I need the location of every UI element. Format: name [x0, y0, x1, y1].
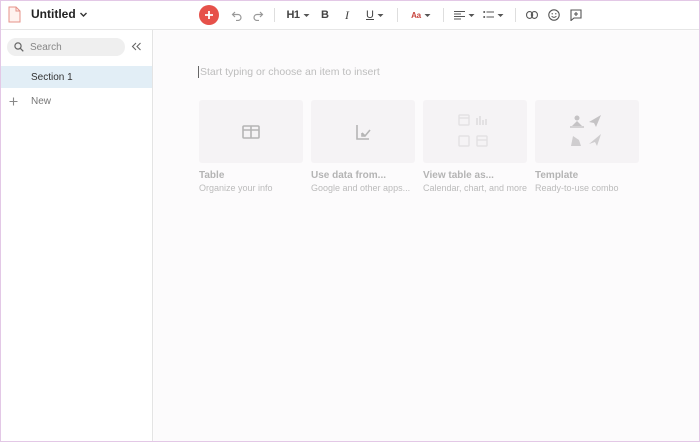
card-preview: [423, 100, 527, 163]
insert-card-view-table[interactable]: View table as... Calendar, chart, and mo…: [423, 100, 527, 193]
import-data-icon: [356, 124, 371, 140]
caret-down-icon: [468, 13, 474, 17]
redo-icon: [253, 11, 264, 21]
toolbar-divider: [397, 8, 398, 22]
plus-icon: [205, 11, 213, 19]
comment-button[interactable]: [569, 6, 583, 24]
underline-dropdown[interactable]: U: [363, 6, 387, 24]
search-box[interactable]: [7, 38, 125, 56]
table-icon: [242, 124, 260, 139]
card-subtitle: Calendar, chart, and more: [423, 183, 528, 193]
card-title: Template: [535, 170, 579, 181]
search-icon: [14, 42, 24, 52]
insert-card-use-data[interactable]: Use data from... Google and other apps..…: [311, 100, 415, 193]
font-style-dropdown[interactable]: Aa: [407, 6, 435, 24]
smiley-icon: [548, 9, 560, 21]
view-as-icon: [458, 113, 488, 147]
toolbar-divider: [443, 8, 444, 22]
insert-prompt[interactable]: Start typing or choose an item to insert: [198, 66, 380, 78]
redo-button[interactable]: [251, 6, 265, 24]
undo-button[interactable]: [230, 6, 244, 24]
undo-icon: [231, 11, 242, 21]
top-toolbar: Untitled H1 B I U Aa: [1, 1, 699, 30]
list-dropdown[interactable]: [481, 6, 505, 24]
toolbar-divider: [515, 8, 516, 22]
doc-title: Untitled: [31, 7, 76, 21]
link-button[interactable]: [525, 6, 539, 24]
add-comment-icon: [570, 9, 582, 21]
insert-card-template[interactable]: Template Ready-to-use combo: [535, 100, 639, 193]
sidebar-item-label: Section 1: [31, 71, 73, 83]
template-icon: [570, 114, 601, 146]
underline-label: U: [366, 9, 374, 21]
insert-button[interactable]: [199, 5, 219, 25]
emoji-button[interactable]: [547, 6, 561, 24]
card-subtitle: Google and other apps...: [311, 183, 411, 193]
new-label: New: [31, 95, 52, 107]
font-style-label: Aa: [411, 10, 421, 20]
sidebar: Section 1 New: [1, 30, 153, 441]
plus-icon: [9, 97, 18, 105]
italic-label: I: [345, 7, 349, 22]
chevron-down-icon: [79, 12, 87, 17]
card-preview: [535, 100, 639, 163]
heading-dropdown[interactable]: H1: [284, 6, 312, 24]
caret-down-icon: [424, 13, 431, 17]
card-title: Table: [199, 170, 225, 181]
bullet-list-icon: [482, 11, 494, 18]
toolbar-divider: [274, 8, 275, 22]
sidebar-item-section-1[interactable]: Section 1: [1, 66, 152, 88]
align-left-icon: [453, 10, 465, 20]
link-icon: [526, 11, 538, 19]
caret-down-icon: [303, 13, 310, 17]
collapse-sidebar-icon[interactable]: [131, 41, 142, 52]
italic-button[interactable]: I: [341, 6, 353, 24]
card-preview: [199, 100, 303, 163]
heading-label: H1: [286, 9, 300, 21]
card-title: View table as...: [423, 170, 494, 181]
bold-label: B: [321, 9, 329, 21]
caret-down-icon: [377, 13, 384, 17]
new-section-button[interactable]: New: [1, 91, 152, 111]
align-dropdown[interactable]: [452, 6, 476, 24]
document-canvas[interactable]: Start typing or choose an item to insert…: [154, 31, 699, 441]
document-icon: [8, 6, 21, 23]
caret-down-icon: [497, 13, 503, 17]
doc-title-menu[interactable]: Untitled: [31, 7, 88, 21]
card-subtitle: Ready-to-use combo: [535, 183, 619, 193]
card-subtitle: Organize your info: [199, 183, 273, 193]
card-title: Use data from...: [311, 170, 387, 181]
card-preview: [311, 100, 415, 163]
bold-button[interactable]: B: [319, 6, 331, 24]
insert-card-table[interactable]: Table Organize your info: [199, 100, 303, 193]
search-input[interactable]: [30, 41, 120, 53]
